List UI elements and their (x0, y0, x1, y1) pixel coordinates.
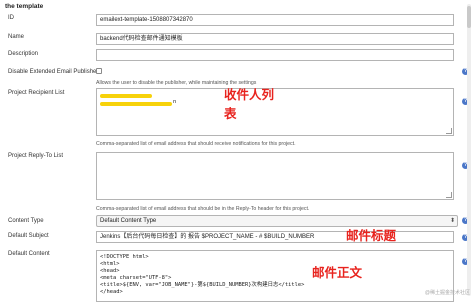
recipients-label: Project Recipient List (8, 90, 65, 96)
disable-label: Disable Extended Email Publisher (8, 69, 99, 75)
chevron-updown-icon: ⬍ (449, 218, 455, 224)
recipients-help-text: Comma-separated list of email address th… (96, 141, 296, 147)
recipients-textarea[interactable]: n (96, 88, 454, 136)
redacted-email (100, 94, 152, 98)
scrollbar-track[interactable] (467, 4, 471, 296)
recipient-line-tail: n (173, 99, 177, 105)
redacted-email (100, 102, 172, 106)
content-line: <title>${ENV, var="JOB_NAME"}-第${BUILD_N… (100, 282, 305, 288)
scrollbar-thumb[interactable] (467, 6, 471, 28)
annotation-recipients-line2: 表 (224, 106, 237, 121)
resize-handle[interactable] (446, 128, 452, 134)
reply-to-textarea[interactable] (96, 152, 454, 200)
description-label: Description (8, 51, 39, 57)
content-type-label: Content Type (8, 218, 44, 224)
id-field[interactable]: emailext-template-1508807342870 (96, 14, 454, 26)
subject-field[interactable]: Jenkins【后台代码每日检查】的 报告 $PROJECT_NAME - # … (96, 231, 454, 243)
content-line: </head> (100, 289, 123, 295)
reply-to-label: Project Reply-To List (8, 153, 64, 159)
annotation-subject: 邮件标题 (346, 228, 397, 243)
section-title: the template (5, 3, 44, 10)
annotation-content: 邮件正文 (312, 265, 363, 280)
content-textarea[interactable]: <!DOCTYPE html> <html> <head> <meta char… (96, 250, 454, 302)
id-label: ID (8, 15, 14, 21)
annotation-recipients-line1: 收件人列 (224, 87, 275, 102)
disable-checkbox[interactable] (96, 68, 102, 74)
resize-handle[interactable] (446, 192, 452, 198)
content-type-select[interactable]: Default Content Type ⬍ (96, 215, 458, 227)
description-field[interactable] (96, 49, 454, 61)
content-label: Default Content (8, 251, 50, 257)
name-field[interactable]: backend代码检查邮件通知模板 (96, 33, 454, 45)
content-type-value: Default Content Type (100, 218, 157, 224)
name-label: Name (8, 34, 25, 40)
reply-to-help-text: Comma-separated list of email address th… (96, 206, 310, 212)
watermark: @稀土掘金技术社区 (424, 290, 470, 296)
subject-label: Default Subject (8, 233, 49, 239)
